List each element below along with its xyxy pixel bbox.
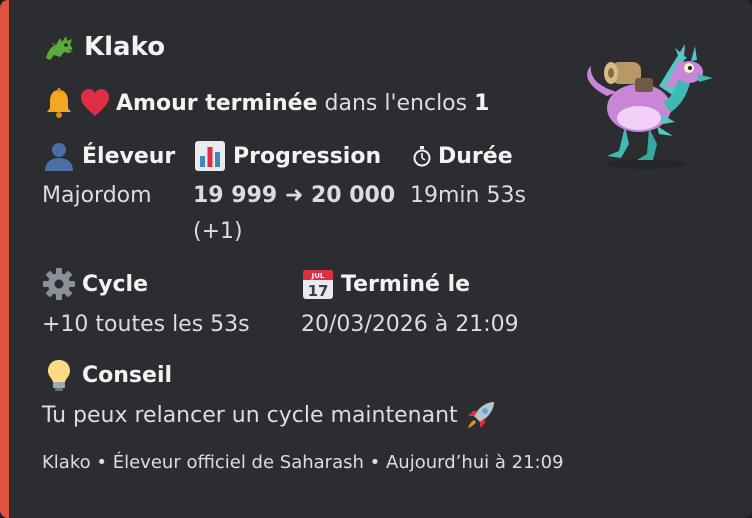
status-line: Amour terminée dans l'enclos 1 [42, 86, 489, 120]
status-bold-text: Amour terminée [116, 90, 318, 116]
field-tip-value: Tu peux relancer un cycle maintenant [42, 402, 458, 428]
calendar-icon: JUL 17 [301, 267, 335, 301]
field-finished-name: JUL 17 Terminé le [301, 267, 470, 301]
calendar-month: JUL [311, 272, 325, 280]
field-cycle-value: +10 toutes les 53s [42, 312, 250, 337]
footer-separator: • [369, 452, 381, 473]
embed-title-row: Klako [42, 30, 165, 64]
lightbulb-icon [42, 358, 76, 392]
embed-card: Klako Amour terminée dans l'enclos 1 Éle… [0, 0, 752, 518]
embed-title[interactable]: Klako [84, 32, 165, 62]
field-duration-name: Durée [410, 139, 513, 173]
status-middle-text: dans l'enclos [317, 90, 475, 116]
heart-icon [78, 86, 112, 120]
embed-footer: Klako • Éleveur officiel de Saharash • A… [42, 452, 564, 473]
bar-chart-icon [193, 139, 227, 173]
stopwatch-icon [410, 139, 436, 173]
footer-separator: • [96, 452, 107, 473]
dragon-icon [42, 30, 76, 64]
field-progress-value: 19 999 ➜ 20 000 [193, 183, 396, 208]
field-progress-delta: (+1) [193, 219, 243, 244]
field-progress-name: Progression [193, 139, 381, 173]
field-breeder-name: Éleveur [42, 139, 175, 173]
gear-icon [42, 267, 76, 301]
field-finished-value: 20/03/2026 à 21:09 [301, 312, 519, 337]
rocket-icon [464, 398, 498, 432]
dragon-thumbnail[interactable] [577, 26, 725, 176]
field-cycle-name: Cycle [42, 267, 148, 301]
bell-icon [42, 86, 76, 120]
field-tip-name: Conseil [42, 358, 172, 392]
pen-number: 1 [474, 90, 490, 116]
field-breeder-value: Majordom [42, 183, 152, 208]
calendar-day: 17 [308, 282, 329, 300]
footer-subtitle: Éleveur officiel de Saharash [112, 452, 364, 473]
footer-bot-name: Klako [42, 452, 91, 473]
person-icon [42, 139, 76, 173]
field-duration-value: 19min 53s [410, 183, 526, 208]
footer-timestamp: Aujourd’hui à 21:09 [385, 452, 564, 473]
field-tip-value-row: Tu peux relancer un cycle maintenant [42, 398, 498, 432]
